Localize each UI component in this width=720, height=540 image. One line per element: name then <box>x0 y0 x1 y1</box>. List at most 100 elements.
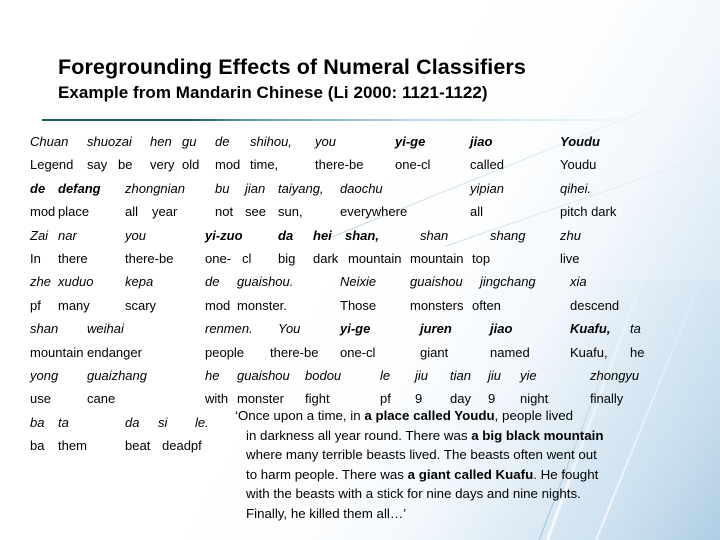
gloss-english-word: one- <box>205 250 232 266</box>
gloss-source-word: bu <box>215 180 230 196</box>
translation-line: Finally, he killed them all…’ <box>235 504 640 524</box>
gloss-translation-row: mountain endanger people there-be one-cl gian… <box>30 341 720 364</box>
gloss-source-word: you <box>315 134 336 149</box>
gloss-english-word: In <box>30 250 41 266</box>
gloss-translation-row: Legend say be very old mod time, there-be one-cl… <box>30 153 720 176</box>
gloss-english-word: say <box>87 157 108 173</box>
gloss-english-word: giant <box>420 344 449 360</box>
gloss-source-word: yong <box>30 367 59 383</box>
gloss-source-word: xia <box>570 274 587 290</box>
gloss-source-word: defang <box>58 180 101 196</box>
gloss-english-word: there-be <box>270 344 319 360</box>
gloss-english-word: Those <box>340 297 377 313</box>
gloss-english-word: named <box>490 344 530 360</box>
gloss-english-word: Legend <box>30 157 74 173</box>
gloss-english-word: endanger <box>87 344 142 360</box>
gloss-source-word: xuduo <box>58 274 94 290</box>
translation-text: . He fought <box>533 466 599 482</box>
gloss-source-word: de <box>215 134 230 149</box>
gloss-source-word: ta <box>630 321 641 337</box>
gloss-english-word: sun, <box>278 204 303 220</box>
translation-line: where many terrible beasts lived. The be… <box>235 445 640 465</box>
gloss-source-word: Chuan <box>30 134 69 149</box>
translation-line: to harm people. There was a giant called… <box>235 465 640 485</box>
gloss-english-word: deadpf <box>162 438 202 454</box>
gloss-translation-row: pf many scary mod monster. Those monsters often… <box>30 294 720 317</box>
gloss-source-row: zhe xuduo kepa de guaishou. Neixie guaishou jin… <box>30 270 720 293</box>
gloss-source-word: yie <box>520 367 537 383</box>
translation-line: with the beasts with a stick for nine da… <box>235 484 640 504</box>
title-block: Foregrounding Effects of Numeral Classif… <box>58 55 698 103</box>
gloss-english-word: there <box>58 250 88 266</box>
gloss-english-word: use <box>30 391 51 407</box>
gloss-source-word: de <box>30 180 46 196</box>
gloss-english-word: very <box>150 157 175 173</box>
gloss-source-word: shihou, <box>250 134 292 149</box>
gloss-english-word: big <box>278 250 296 266</box>
gloss-source-word: zhongnian <box>125 180 185 196</box>
gloss-english-word: see <box>245 204 266 220</box>
gloss-source-word: yi-zuo <box>205 227 243 243</box>
gloss-english-word: pf <box>30 297 41 313</box>
gloss-source-row: shan weihai renmen. You yi-ge juren jiao Kuafu,… <box>30 317 720 340</box>
gloss-source-word: guaishou. <box>237 274 294 290</box>
gloss-source-word: le. <box>195 414 209 430</box>
gloss-source-word: yi-ge <box>340 321 371 337</box>
gloss-source-word: hen <box>150 134 172 149</box>
gloss-english-word: cane <box>87 391 116 407</box>
translation-text: to harm people. There was <box>246 466 408 482</box>
gloss-english-word: live <box>560 250 580 266</box>
gloss-translation-row: In there there-be one-cl big dark mountain moun… <box>30 247 720 270</box>
gloss-source-word: da <box>125 414 140 430</box>
gloss-english-word: be <box>118 157 133 173</box>
gloss-source-word: You <box>278 321 301 337</box>
gloss-english-word: one-cl <box>395 157 431 173</box>
slide: Foregrounding Effects of Numeral Classif… <box>0 0 720 540</box>
gloss-english-word: Youdu <box>560 157 597 173</box>
translation-text: ‘Once upon a time, in <box>235 408 365 423</box>
gloss-english-word: all <box>470 204 484 220</box>
gloss-english-word: with <box>205 391 229 407</box>
gloss-english-word: old <box>182 157 200 173</box>
gloss-english-word: called <box>470 157 504 173</box>
gloss-english-word: mountain <box>410 250 464 266</box>
gloss-english-word: often <box>472 297 501 313</box>
gloss-source-word: zhu <box>560 227 581 243</box>
gloss-source-word: shan <box>420 227 449 243</box>
gloss-source-word: kepa <box>125 274 154 290</box>
gloss-english-word: one-cl <box>340 344 376 360</box>
gloss-source-word: jingchang <box>480 274 536 290</box>
gloss-source-word: jiao <box>470 134 493 149</box>
gloss-source-word: gu <box>182 134 197 149</box>
translation-line: ‘Once upon a time, in a place called You… <box>235 406 640 426</box>
gloss-source-word: jiu <box>415 367 429 383</box>
title-divider <box>42 119 704 121</box>
gloss-english-word: mountain <box>348 250 402 266</box>
gloss-source-word: guaishou <box>237 367 290 383</box>
gloss-source-word: si <box>158 414 168 430</box>
gloss-source-word: ta <box>58 414 69 430</box>
gloss-source-row: Chuan shuozai hen gu de shihou, you yi-ge jiao Yo… <box>30 130 720 153</box>
gloss-english-word: not <box>215 204 234 220</box>
gloss-english-word: time, <box>250 157 279 173</box>
gloss-source-word: jian <box>245 180 266 196</box>
gloss-source-word: nar <box>58 227 77 243</box>
gloss-source-word: bodou <box>305 367 342 383</box>
gloss-english-word: all <box>125 204 139 220</box>
translation-text: , people lived <box>494 408 574 423</box>
gloss-source-word: shan <box>30 321 59 337</box>
translation-emphasis: a place called Youdu <box>364 408 495 423</box>
gloss-source-word: Neixie <box>340 274 377 290</box>
gloss-source-word: hei <box>313 227 332 243</box>
gloss-source-word: Youdu <box>560 134 600 149</box>
gloss-english-word: he <box>630 344 645 360</box>
gloss-source-word: juren <box>420 321 452 337</box>
gloss-english-word: year <box>152 204 178 220</box>
gloss-english-word: mod <box>205 297 231 313</box>
translation-emphasis: a giant called Kuafu <box>407 466 534 482</box>
gloss-source-word: you <box>125 227 146 243</box>
gloss-source-word: le <box>380 367 391 383</box>
gloss-english-word: dark <box>313 250 339 266</box>
gloss-english-word: scary <box>125 297 157 313</box>
gloss-source-row: yong guaizhang he guaishou bodou le jiu tian jiu… <box>30 364 720 387</box>
